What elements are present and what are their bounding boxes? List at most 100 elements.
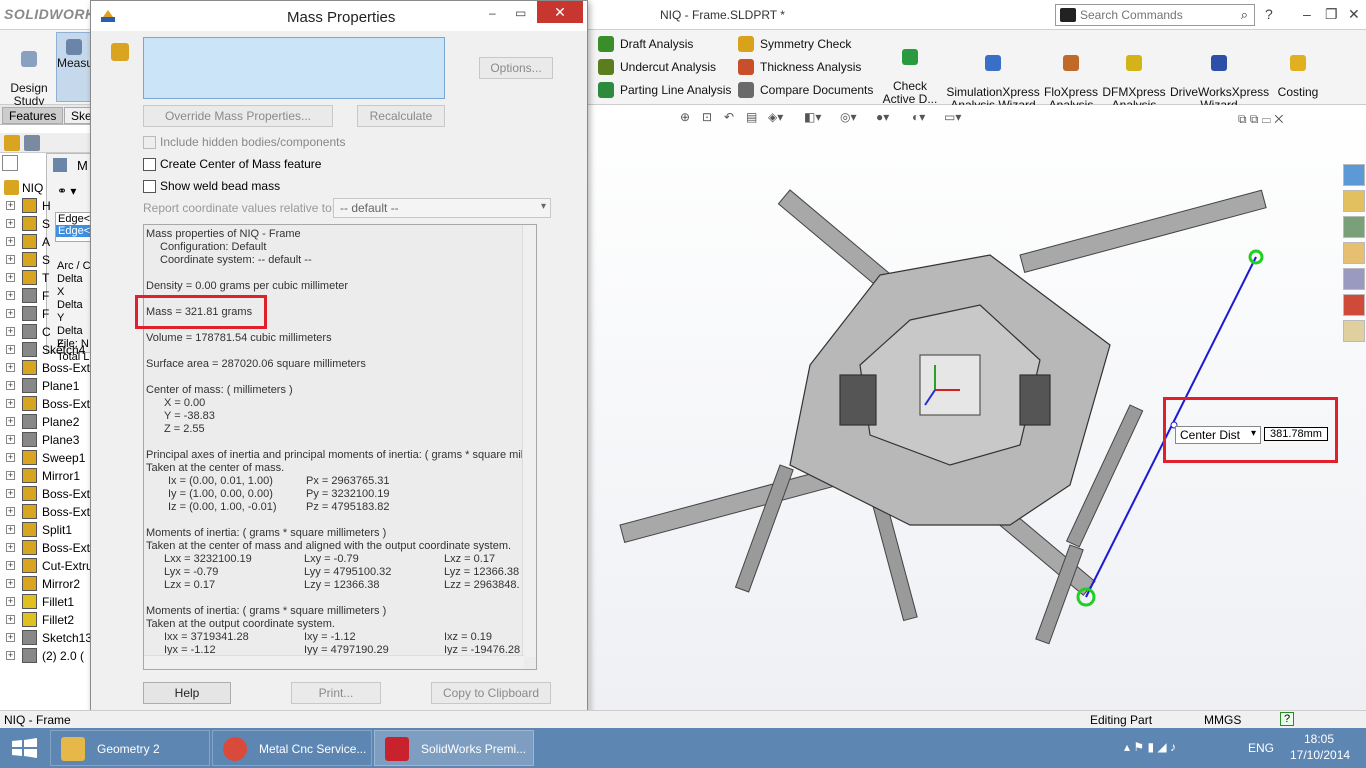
zoom-to-area-icon[interactable]: ⊡ (702, 110, 712, 124)
tab-features[interactable]: Features (2, 107, 64, 124)
solidworks-resources-icon[interactable] (1343, 164, 1365, 186)
options-button[interactable]: Options... (479, 57, 553, 79)
previous-view-icon[interactable]: ↶ (724, 110, 734, 124)
tree-item[interactable]: + H (0, 197, 91, 215)
expand-icon[interactable]: + (6, 345, 15, 354)
tree-item[interactable]: + Plane2 (0, 413, 91, 431)
taskbar-item-geometry[interactable]: Geometry 2 (50, 730, 210, 766)
tree-item[interactable]: + F (0, 287, 91, 305)
edit-appearance-icon[interactable]: ●▾ (876, 110, 889, 124)
tree-item[interactable]: + S (0, 251, 91, 269)
view-palette-icon[interactable] (1343, 268, 1365, 290)
help-icon[interactable]: ? (1265, 6, 1273, 22)
dialog-close-button[interactable]: ✕ (537, 1, 583, 23)
tree-item[interactable]: + Split1 (0, 521, 91, 539)
home-icon[interactable] (1343, 190, 1365, 212)
expand-icon[interactable]: + (6, 651, 15, 660)
override-mass-properties-button[interactable]: Override Mass Properties... (143, 105, 333, 127)
tree-item[interactable]: + Boss-Extr (0, 539, 91, 557)
filter-icon[interactable] (2, 155, 18, 171)
expand-icon[interactable]: + (6, 489, 15, 498)
view-settings-icon[interactable]: ▭▾ (944, 110, 961, 124)
simulationxpress-button[interactable]: SimulationXpress Analysis Wizard (944, 42, 1042, 112)
tree-item[interactable]: + Fillet1 (0, 593, 91, 611)
expand-icon[interactable]: + (6, 291, 15, 300)
clock-time[interactable]: 18:05 (1304, 732, 1334, 746)
expand-icon[interactable]: + (6, 417, 15, 426)
tree-item[interactable]: + Mirror2 (0, 575, 91, 593)
compare-documents-button[interactable]: Compare Documents (738, 82, 873, 98)
center-distance-dropdown[interactable]: Center Dist ▾ (1175, 426, 1261, 444)
property-manager-icon[interactable] (24, 135, 40, 151)
expand-icon[interactable]: + (6, 597, 15, 606)
clock-date[interactable]: 17/10/2014 (1290, 748, 1350, 762)
measure-button[interactable]: Measu (56, 32, 93, 102)
tree-item[interactable]: + (2) 2.0 ( (0, 647, 91, 665)
search-commands[interactable]: ⌕ (1055, 4, 1255, 26)
viewport-controls[interactable]: ⧉ ⧉ ▭ ✕ (1238, 112, 1283, 127)
copy-to-clipboard-button[interactable]: Copy to Clipboard (431, 682, 551, 704)
file-explorer-icon[interactable] (1343, 242, 1365, 264)
tree-item[interactable]: + Fillet2 (0, 611, 91, 629)
status-units[interactable]: MMGS (1204, 713, 1241, 727)
tree-item[interactable]: + Boss-Extr (0, 395, 91, 413)
apply-scene-icon[interactable]: ◐▾ (912, 110, 925, 124)
expand-icon[interactable]: + (6, 435, 15, 444)
system-tray-icons[interactable]: ▴ ⚑ ▮ ◢ ♪ (1124, 740, 1176, 754)
tree-item[interactable]: + Cut-Extru (0, 557, 91, 575)
expand-icon[interactable]: + (6, 363, 15, 372)
report-coordinate-select[interactable]: -- default -- ▾ (333, 198, 551, 218)
tree-item[interactable]: + S (0, 215, 91, 233)
recalculate-button[interactable]: Recalculate (357, 105, 445, 127)
expand-icon[interactable]: + (6, 525, 15, 534)
view-orientation-icon[interactable]: ◈▾ (768, 110, 783, 124)
tree-item[interactable]: + F (0, 305, 91, 323)
expand-icon[interactable]: + (6, 561, 15, 570)
dialog-minimize-button[interactable]: – (489, 6, 496, 20)
dialog-maximize-button[interactable]: ▭ (515, 6, 526, 20)
expand-icon[interactable]: + (6, 615, 15, 624)
tree-item[interactable]: + Sweep1 (0, 449, 91, 467)
tree-item[interactable]: + Boss-Extr (0, 485, 91, 503)
expand-icon[interactable]: + (6, 327, 15, 336)
design-library-icon[interactable] (1343, 216, 1365, 238)
windows-start-icon[interactable] (12, 738, 38, 758)
expand-icon[interactable]: + (6, 579, 15, 588)
tree-item[interactable]: + C (0, 323, 91, 341)
expand-icon[interactable]: + (6, 273, 15, 282)
driveworksxpress-button[interactable]: DriveWorksXpress Wizard (1170, 42, 1269, 112)
expand-icon[interactable]: + (6, 237, 15, 246)
appearances-icon[interactable] (1343, 294, 1365, 316)
checkbox-box[interactable] (143, 136, 156, 149)
tree-item[interactable]: + Boss-Extr (0, 359, 91, 377)
tree-item[interactable]: + Plane3 (0, 431, 91, 449)
thickness-analysis-button[interactable]: Thickness Analysis (738, 59, 861, 75)
check-active-document-button[interactable]: Check Active D... (880, 36, 940, 106)
help-button[interactable]: Help (143, 682, 231, 704)
taskbar-item-chrome[interactable]: Metal Cnc Service... (212, 730, 372, 766)
tree-item[interactable]: + T (0, 269, 91, 287)
parting-line-analysis-button[interactable]: Parting Line Analysis (598, 82, 731, 98)
tree-item[interactable]: + Plane1 (0, 377, 91, 395)
expand-icon[interactable]: + (6, 201, 15, 210)
expand-icon[interactable]: + (6, 453, 15, 462)
section-view-icon[interactable]: ▤ (746, 110, 757, 124)
minimize-button[interactable]: – (1303, 6, 1311, 22)
design-study-button[interactable]: Design Study (6, 38, 52, 108)
expand-icon[interactable]: + (6, 381, 15, 390)
expand-icon[interactable]: + (6, 399, 15, 408)
draft-analysis-button[interactable]: Draft Analysis (598, 36, 693, 52)
feature-manager-icon[interactable] (4, 135, 20, 151)
expand-icon[interactable]: + (6, 471, 15, 480)
search-icon[interactable]: ⌕ (1241, 7, 1248, 23)
expand-icon[interactable]: + (6, 507, 15, 516)
status-help-icon[interactable]: ? (1280, 712, 1294, 726)
costing-button[interactable]: Costing (1270, 42, 1326, 99)
tree-item[interactable]: + Mirror1 (0, 467, 91, 485)
results-horizontal-scrollbar[interactable] (144, 655, 524, 669)
tree-item[interactable]: + Sketch13 (0, 629, 91, 647)
hide-show-icon[interactable]: ◎▾ (840, 110, 857, 124)
expand-icon[interactable]: + (6, 543, 15, 552)
custom-properties-icon[interactable] (1343, 320, 1365, 342)
print-button[interactable]: Print... (291, 682, 381, 704)
